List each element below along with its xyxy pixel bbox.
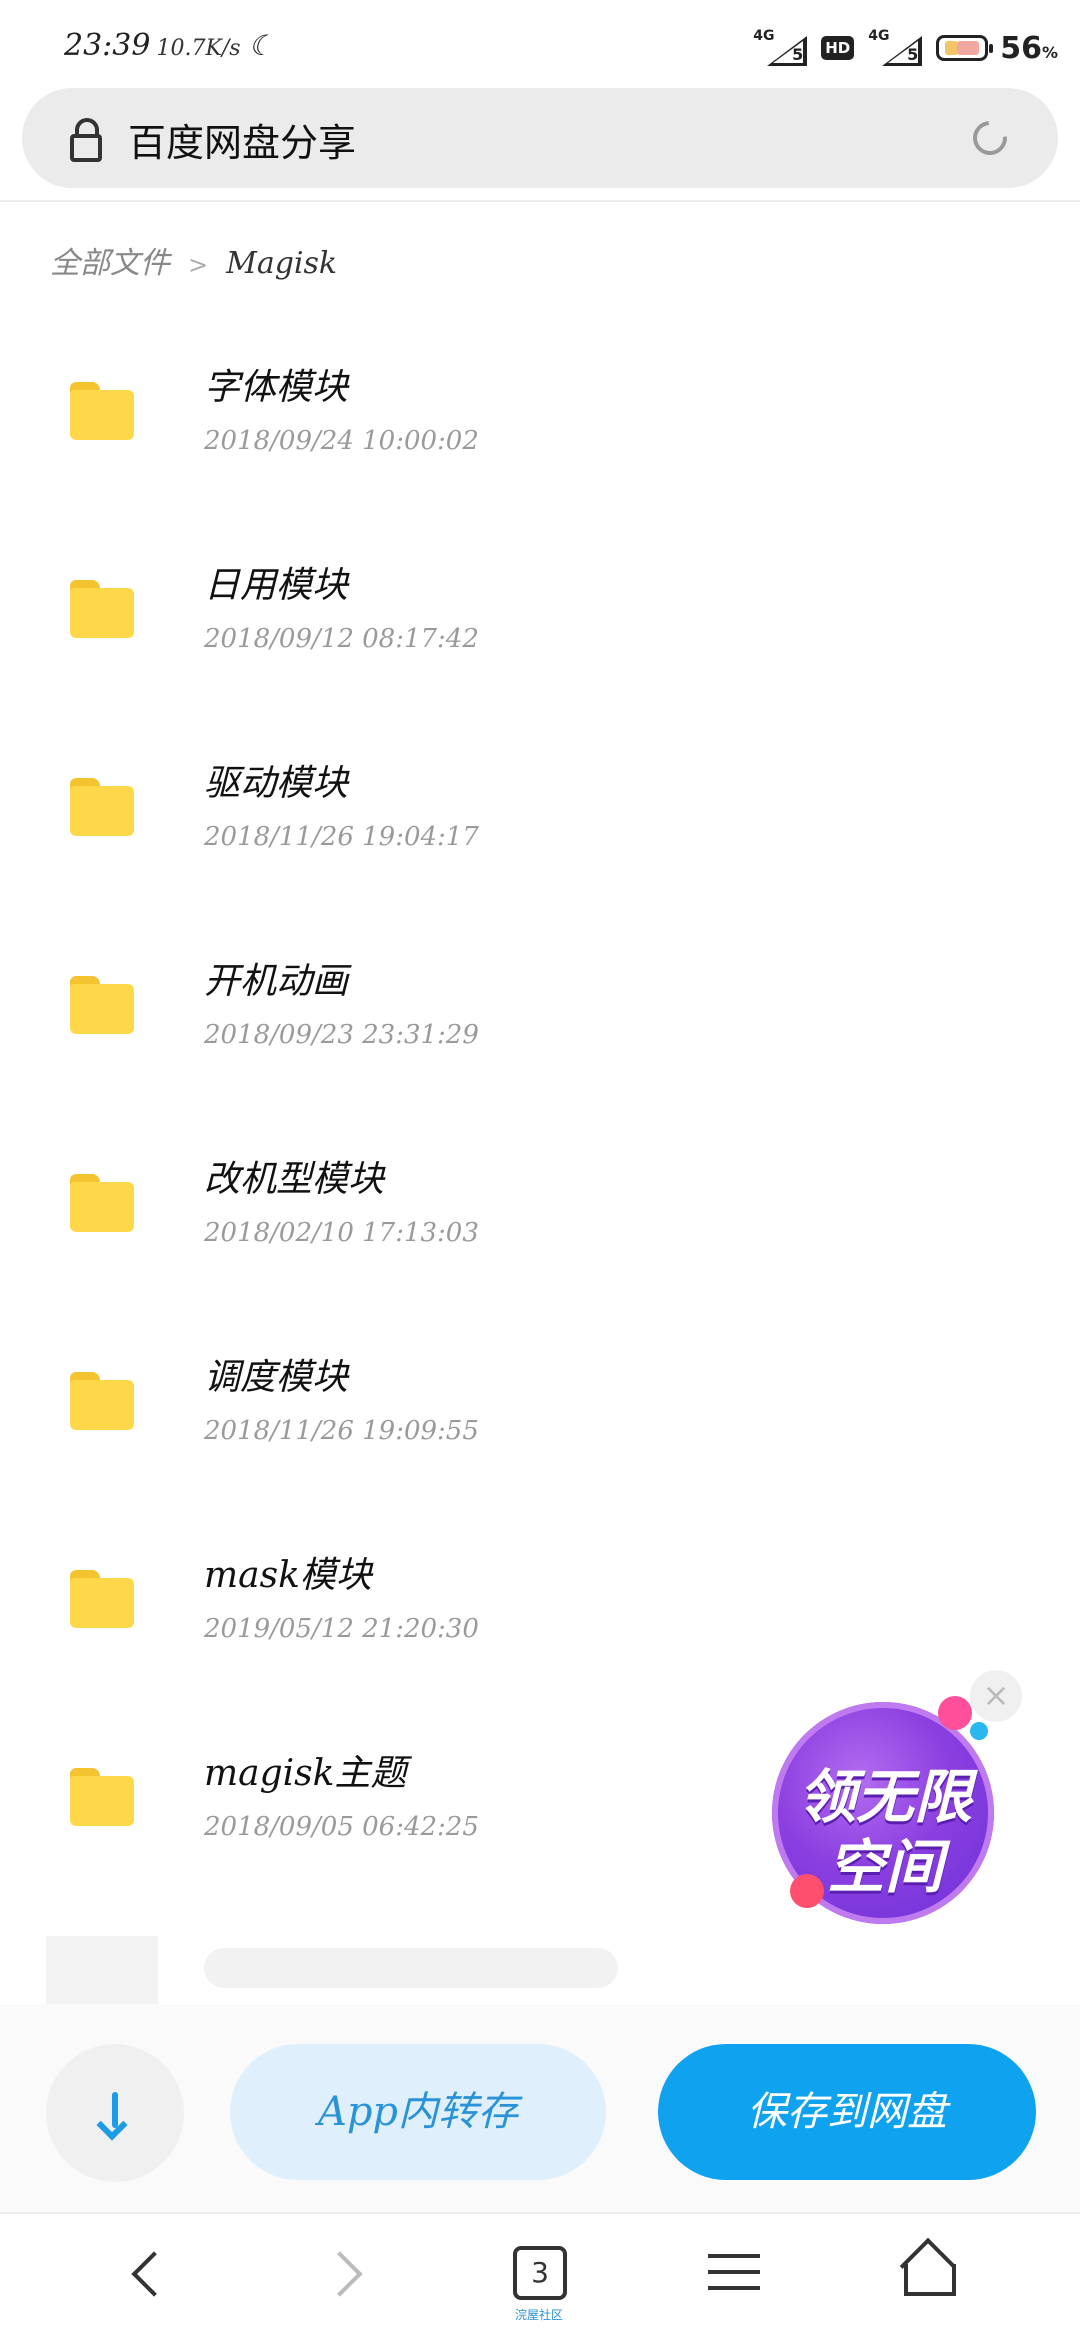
moon-icon: ☾	[248, 29, 274, 62]
folder-icon	[70, 1174, 134, 1232]
file-name: magisk主题	[204, 1753, 407, 1794]
battery-value: 56	[1000, 30, 1042, 66]
file-date: 2018/09/12 08:17:42	[204, 624, 479, 654]
forward-icon[interactable]	[310, 2240, 390, 2310]
divider	[0, 200, 1080, 202]
promo-dot	[970, 1722, 988, 1740]
reload-icon[interactable]	[966, 114, 1014, 162]
folder-icon	[70, 976, 134, 1034]
signal-bars-2: 5	[907, 45, 919, 64]
file-name: 开机动画	[204, 961, 349, 1002]
list-item[interactable]: 日用模块 2018/09/12 08:17:42	[0, 518, 1080, 716]
signal-icon-2: 4G 5	[866, 28, 924, 68]
file-name: mask模块	[204, 1555, 372, 1596]
file-name: 日用模块	[204, 565, 349, 606]
file-name: 字体模块	[204, 367, 349, 408]
folder-icon	[70, 580, 134, 638]
file-date: 2018/11/26 19:04:17	[204, 822, 479, 852]
battery-percent: 56%	[1000, 31, 1058, 66]
list-item[interactable]: 字体模块 2018/09/24 10:00:02	[0, 320, 1080, 518]
hd-badge: HD	[821, 36, 855, 60]
file-date: 2018/02/10 17:13:03	[204, 1218, 479, 1248]
folder-icon	[70, 1372, 134, 1430]
breadcrumb-root[interactable]: 全部文件	[50, 246, 170, 281]
status-time: 23:39 10.7K/s ☾	[64, 28, 274, 63]
lock-icon	[68, 118, 102, 162]
file-date: 2018/09/24 10:00:02	[204, 426, 479, 456]
tabs-button[interactable]: 3 浣屋社区	[500, 2240, 580, 2322]
file-date: 2019/05/12 21:20:30	[204, 1614, 479, 1644]
file-name: 改机型模块	[204, 1159, 385, 1200]
file-name: 调度模块	[204, 1357, 349, 1398]
signal-bars: 5	[792, 45, 804, 64]
status-bar: 23:39 10.7K/s ☾ 4G 5 HD 4G 5 56%	[0, 0, 1080, 86]
list-item[interactable]: 驱动模块 2018/11/26 19:04:17	[0, 716, 1080, 914]
promo-dot	[938, 1696, 972, 1730]
page-title[interactable]: 百度网盘分享	[128, 112, 356, 167]
signal-icon: 4G 5	[751, 28, 809, 68]
list-item[interactable]: 开机动画 2018/09/23 23:31:29	[0, 914, 1080, 1112]
folder-icon	[70, 1570, 134, 1628]
list-item[interactable]: 改机型模块 2018/02/10 17:13:03	[0, 1112, 1080, 1310]
list-item[interactable]: 调度模块 2018/11/26 19:09:55	[0, 1310, 1080, 1508]
file-date: 2018/09/23 23:31:29	[204, 1020, 479, 1050]
home-icon[interactable]	[896, 2237, 976, 2310]
promo-badge[interactable]: 领无限 空间	[770, 1696, 1000, 1930]
file-name: 驱动模块	[204, 763, 349, 804]
folder-icon	[70, 778, 134, 836]
app-save-button[interactable]: App内转存	[230, 2044, 606, 2180]
tab-count: 3	[513, 2246, 567, 2300]
save-to-disk-button[interactable]: 保存到网盘	[658, 2044, 1036, 2180]
download-button[interactable]	[46, 2044, 184, 2182]
bottom-nav: 3 浣屋社区	[0, 2212, 1080, 2342]
tab-caption: 浣屋社区	[514, 2308, 563, 2322]
net-speed: 10.7K/s	[156, 36, 241, 61]
menu-icon[interactable]	[700, 2240, 780, 2310]
address-bar[interactable]: 百度网盘分享	[22, 88, 1058, 188]
breadcrumb-current: Magisk	[226, 246, 338, 281]
action-bar: App内转存 保存到网盘	[0, 2004, 1080, 2214]
battery-icon	[936, 35, 994, 61]
promo-text-line2: 空间	[826, 1833, 943, 1901]
file-date: 2018/09/05 06:42:25	[204, 1812, 479, 1842]
back-icon[interactable]	[110, 2240, 190, 2310]
status-icons: 4G 5 HD 4G 5 56%	[751, 28, 1058, 68]
list-item[interactable]: mask模块 2019/05/12 21:20:30	[0, 1508, 1080, 1706]
folder-icon	[70, 1768, 134, 1826]
folder-icon	[70, 382, 134, 440]
clock: 23:39	[64, 28, 151, 63]
breadcrumb: 全部文件 > Magisk	[50, 238, 337, 282]
battery-unit: %	[1041, 42, 1058, 62]
file-date: 2018/11/26 19:09:55	[204, 1416, 479, 1446]
breadcrumb-separator: >	[188, 251, 209, 279]
loading-line	[204, 1948, 618, 1988]
